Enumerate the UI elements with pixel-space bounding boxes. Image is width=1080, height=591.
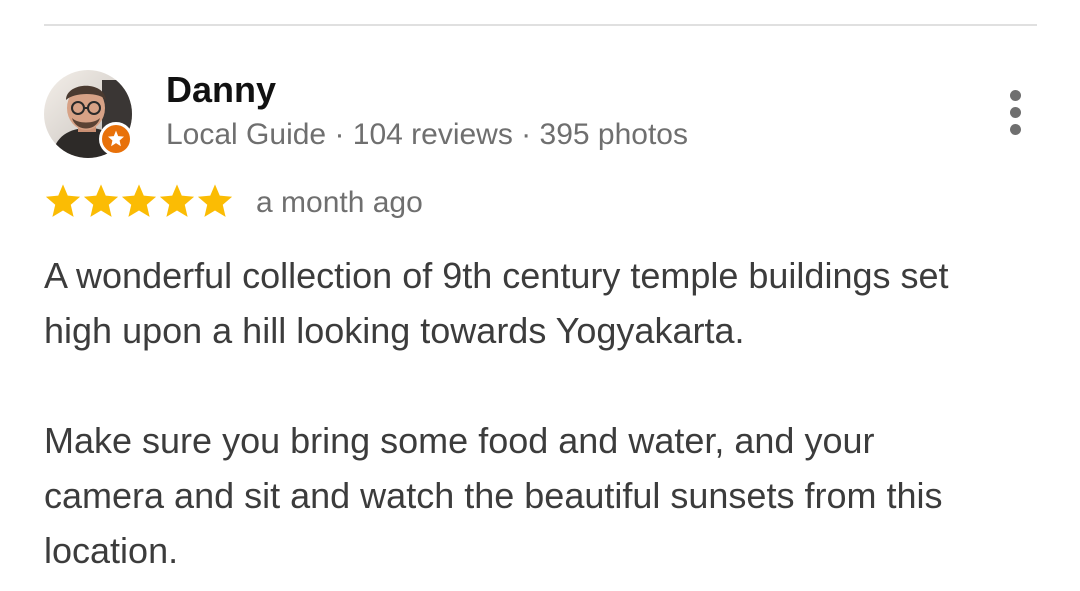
star-icon <box>159 184 195 217</box>
star-icon <box>45 184 81 217</box>
local-guide-badge <box>99 122 133 156</box>
local-guide-star-icon <box>108 130 124 147</box>
author-name[interactable]: Danny <box>166 68 276 112</box>
author-meta: Local Guide · 104 reviews · 395 photos <box>166 118 688 151</box>
more-options-button[interactable] <box>998 84 1034 135</box>
more-vert-icon-dot <box>1010 124 1021 135</box>
top-divider <box>44 24 1037 26</box>
star-icon <box>197 184 233 217</box>
star-icon <box>121 184 157 217</box>
review-paragraph: A wonderful collection of 9th century te… <box>44 255 949 351</box>
review-text: A wonderful collection of 9th century te… <box>44 248 1004 578</box>
review-time: a month ago <box>256 186 423 219</box>
star-rating <box>44 182 234 222</box>
star-icon <box>83 184 119 217</box>
review-paragraph: Make sure you bring some food and water,… <box>44 420 943 571</box>
more-vert-icon-dot <box>1010 90 1021 101</box>
author-avatar[interactable] <box>44 70 133 158</box>
more-vert-icon-dot <box>1010 107 1021 118</box>
